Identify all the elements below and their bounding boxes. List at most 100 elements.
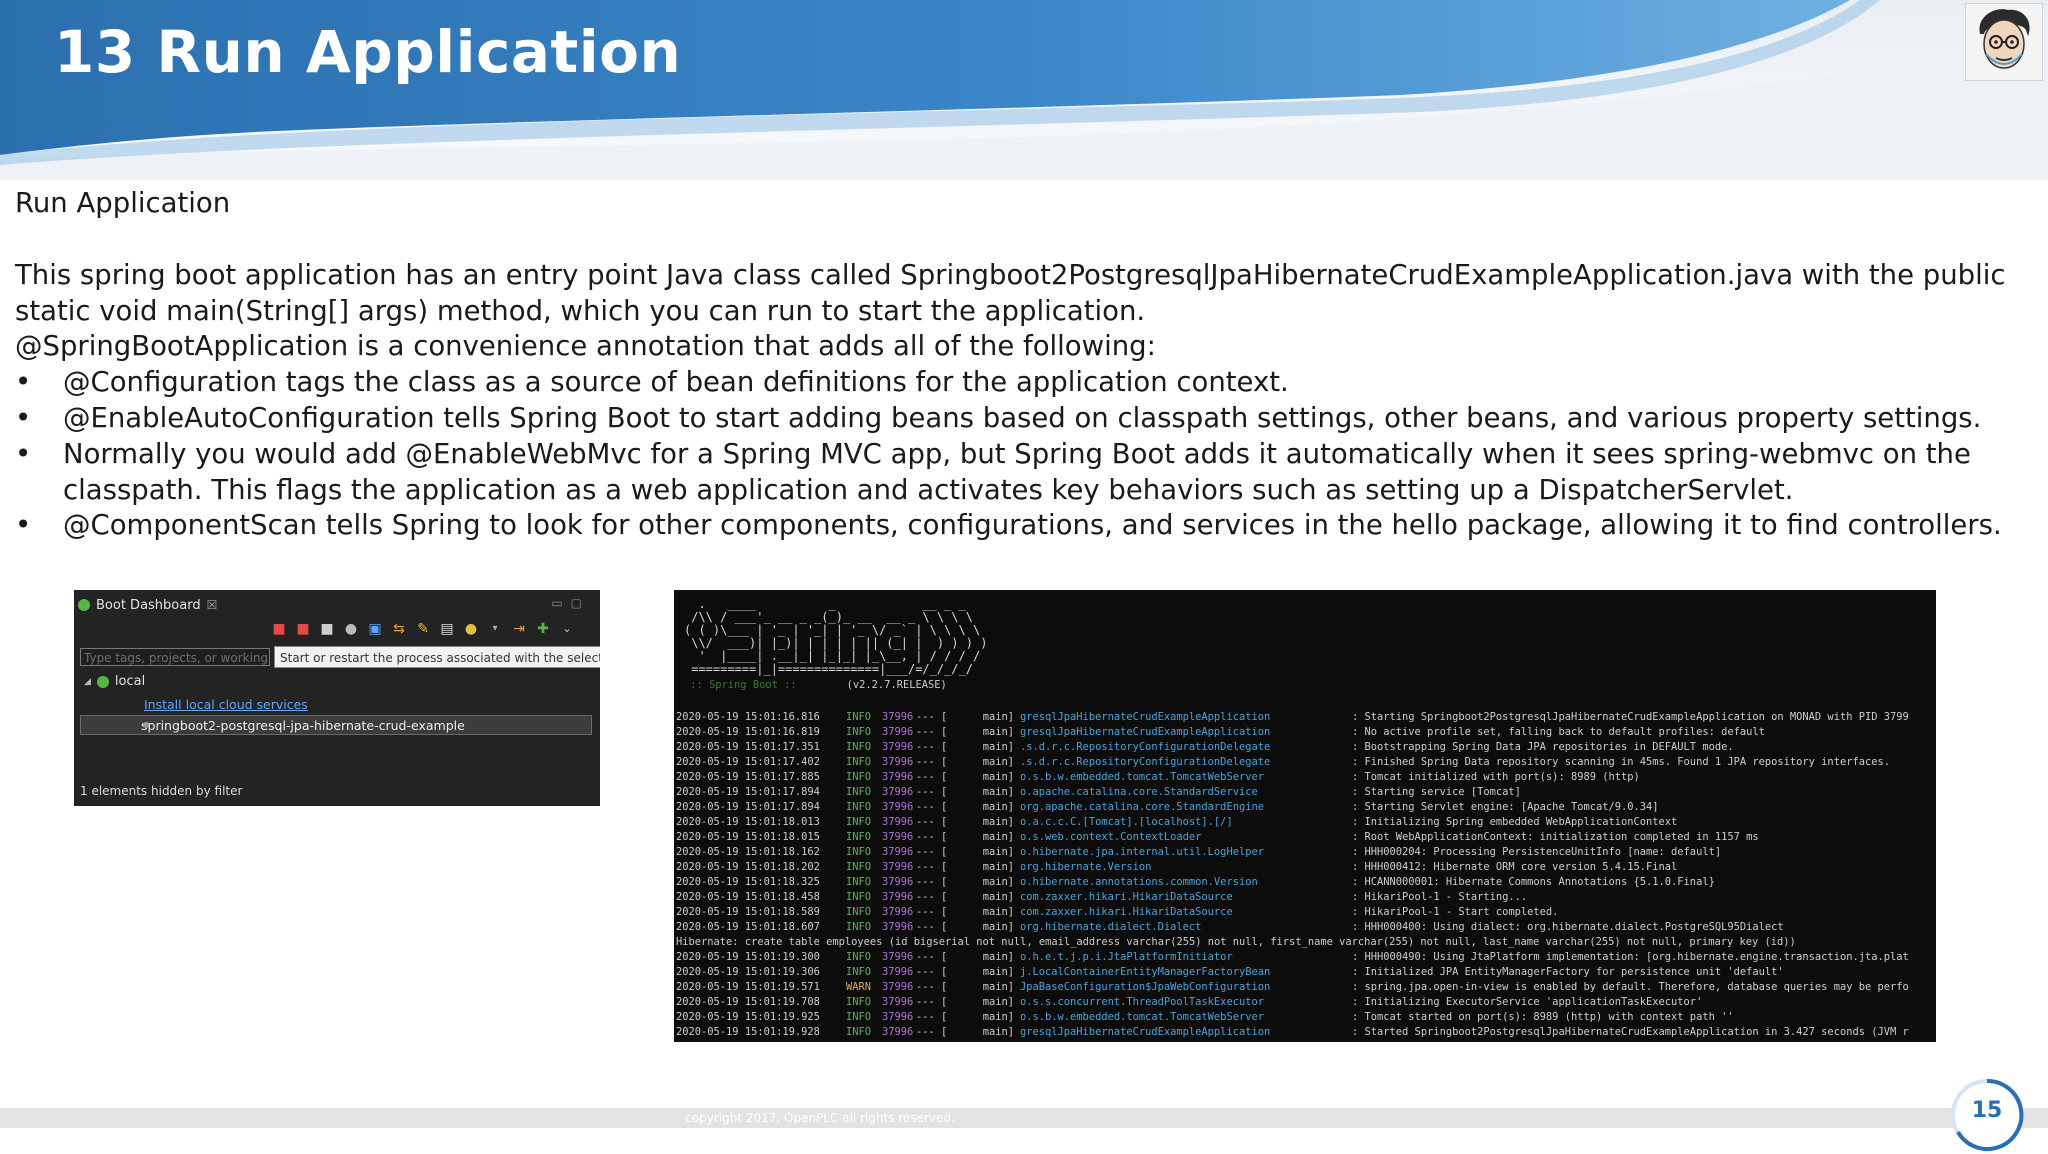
log-logger: o.h.e.t.j.p.i.JtaPlatformInitiator: [1020, 951, 1233, 963]
header-band: 13 Run Application: [0, 0, 2048, 190]
minimize-icon[interactable]: ▭: [551, 596, 570, 610]
log-thread: main]: [982, 996, 1014, 1008]
list-item-continuation: classpath. This flags the application as…: [15, 473, 2025, 509]
filter-input[interactable]: Type tags, projects, or working: [80, 648, 270, 666]
log-timestamp: 2020-05-19 15:01:18.013: [676, 816, 820, 828]
console-icon[interactable]: ▣: [366, 620, 384, 638]
debug-restart-icon[interactable]: ■: [294, 620, 312, 638]
log-level: INFO: [846, 1011, 872, 1023]
list-item: • @EnableAutoConfiguration tells Spring B…: [15, 401, 2025, 437]
list-item-text: @Configuration tags the class as a sourc…: [63, 366, 1289, 399]
log-message: : Bootstrapping Spring Data JPA reposito…: [1352, 741, 1734, 753]
forward-icon[interactable]: ⇥: [510, 620, 528, 638]
tree-node-app[interactable]: springboot2-postgresql-jpa-hibernate-cru…: [80, 715, 592, 735]
log-thread: main]: [982, 921, 1014, 933]
log-timestamp: 2020-05-19 15:01:17.351: [676, 741, 820, 753]
log-message: : HHH000412: Hibernate ORM core version …: [1352, 861, 1678, 873]
log-logger: org.hibernate.dialect.Dialect: [1020, 921, 1202, 933]
log-logger: j.LocalContainerEntityManagerFactoryBean: [1020, 966, 1271, 978]
app-status-icon: [143, 722, 149, 728]
log-thread: main]: [982, 1026, 1014, 1038]
log-timestamp: 2020-05-19 15:01:18.162: [676, 846, 820, 858]
close-icon[interactable]: ☒: [207, 598, 218, 612]
log-line: 2020-05-19 15:01:17.351 INFO 37996 --- [mai…: [676, 740, 1936, 755]
log-level: INFO: [846, 711, 872, 723]
log-separator: --- [: [916, 816, 948, 828]
install-cloud-services-link[interactable]: Install local cloud services: [144, 697, 308, 712]
log-timestamp: 2020-05-19 15:01:18.325: [676, 876, 820, 888]
window-controls[interactable]: ▭▢: [551, 596, 590, 610]
log-line: 2020-05-19 15:01:17.894 INFO 37996 --- [mai…: [676, 785, 1936, 800]
log-timestamp: 2020-05-19 15:01:18.015: [676, 831, 820, 843]
tree-node-app-label: springboot2-postgresql-jpa-hibernate-cru…: [141, 717, 465, 733]
log-message: : Tomcat initialized with port(s): 8989 …: [1352, 771, 1640, 783]
expand-triangle-icon[interactable]: ◢: [84, 677, 91, 687]
log-line: 2020-05-19 15:01:19.571 WARN 37996 --- [mai…: [676, 980, 1936, 995]
log-logger: o.s.web.context.ContextLoader: [1020, 831, 1202, 843]
log-pid: 37996: [882, 921, 914, 933]
add-icon[interactable]: ✚: [534, 620, 552, 638]
refresh-icon[interactable]: ⇆: [390, 620, 408, 638]
log-thread: main]: [982, 816, 1014, 828]
log-message: : Starting service [Tomcat]: [1352, 786, 1521, 798]
local-target-icon: [96, 675, 109, 688]
log-line: 2020-05-19 15:01:17.894 INFO 37996 --- [mai…: [676, 800, 1936, 815]
list-item-text: Normally you would add @EnableWebMvc for…: [63, 437, 1971, 470]
log-thread: main]: [982, 801, 1014, 813]
log-separator: --- [: [916, 726, 948, 738]
log-pid: 37996: [882, 831, 914, 843]
log-thread: main]: [982, 741, 1014, 753]
log-pid: 37996: [882, 726, 914, 738]
stop-icon[interactable]: ■: [318, 620, 336, 638]
log-full-text: Hibernate: create table employees (id bi…: [676, 936, 1796, 948]
boot-dashboard-panel: Boot Dashboard ☒ ▭▢ ■ ■ ■ ● ▣ ⇆ ✎ ▤ ● ▾ …: [74, 590, 600, 806]
log-thread: main]: [982, 726, 1014, 738]
view-menu-icon[interactable]: ⌄: [558, 620, 576, 638]
log-separator: --- [: [916, 921, 948, 933]
lightbulb-icon[interactable]: ●: [462, 620, 480, 638]
log-level: INFO: [846, 816, 872, 828]
log-timestamp: 2020-05-19 15:01:19.925: [676, 1011, 820, 1023]
log-logger: JpaBaseConfiguration$JpaWebConfiguration: [1020, 981, 1271, 993]
browser-icon[interactable]: ●: [342, 620, 360, 638]
log-message: : Initializing ExecutorService 'applicat…: [1352, 996, 1703, 1008]
log-level: INFO: [846, 861, 872, 873]
page-number: 15: [1971, 1098, 2003, 1123]
boot-dashboard-tab[interactable]: Boot Dashboard ☒: [78, 594, 217, 616]
log-line: 2020-05-19 15:01:19.928 INFO 37996 --- [mai…: [676, 1025, 1936, 1040]
log-pid: 37996: [882, 846, 914, 858]
bullet-marker: •: [15, 401, 32, 434]
log-pid: 37996: [882, 756, 914, 768]
spring-boot-version-line: :: Spring Boot :: (v2.2.7.RELEASE): [684, 678, 947, 693]
restart-icon[interactable]: ■: [270, 620, 288, 638]
log-message: : Starting Servlet engine: [Apache Tomca…: [1352, 801, 1659, 813]
log-message: : HikariPool-1 - Start completed.: [1352, 906, 1559, 918]
log-logger: o.s.b.w.embedded.tomcat.TomcatWebServer: [1020, 1011, 1264, 1023]
maximize-icon[interactable]: ▢: [571, 596, 590, 610]
log-logger: gresqlJpaHibernateCrudExampleApplication: [1020, 726, 1271, 738]
log-line: 2020-05-19 15:01:18.325 INFO 37996 --- [mai…: [676, 875, 1936, 890]
log-separator: --- [: [916, 756, 948, 768]
chevron-down-icon[interactable]: ▾: [486, 620, 504, 638]
log-level: INFO: [846, 771, 872, 783]
log-separator: --- [: [916, 831, 948, 843]
log-logger: o.hibernate.jpa.internal.util.LogHelper: [1020, 846, 1264, 858]
properties-icon[interactable]: ▤: [438, 620, 456, 638]
log-separator: --- [: [916, 786, 948, 798]
log-logger: org.hibernate.Version: [1020, 861, 1152, 873]
log-logger: o.s.s.concurrent.ThreadPoolTaskExecutor: [1020, 996, 1264, 1008]
hidden-elements-status: 1 elements hidden by filter: [80, 784, 243, 798]
log-logger: gresqlJpaHibernateCrudExampleApplication: [1020, 711, 1271, 723]
edit-icon[interactable]: ✎: [414, 620, 432, 638]
log-logger: o.s.b.w.embedded.tomcat.TomcatWebServer: [1020, 771, 1264, 783]
log-separator: --- [: [916, 966, 948, 978]
intro-line-2: static void main(String[] args) method, …: [15, 294, 1146, 327]
tooltip: Start or restart the process associated …: [274, 646, 600, 668]
spring-boot-icon: [78, 599, 90, 611]
log-logger: gresqlJpaHibernateCrudExampleApplication: [1020, 1026, 1271, 1038]
log-pid: 37996: [882, 741, 914, 753]
log-logger: o.a.c.c.C.[Tomcat].[localhost].[/]: [1020, 816, 1233, 828]
log-thread: main]: [982, 981, 1014, 993]
copyright-text: copyright 2017. OpenPLC all rights reser…: [685, 1111, 955, 1125]
tree-node-local[interactable]: ◢ local: [84, 674, 145, 689]
